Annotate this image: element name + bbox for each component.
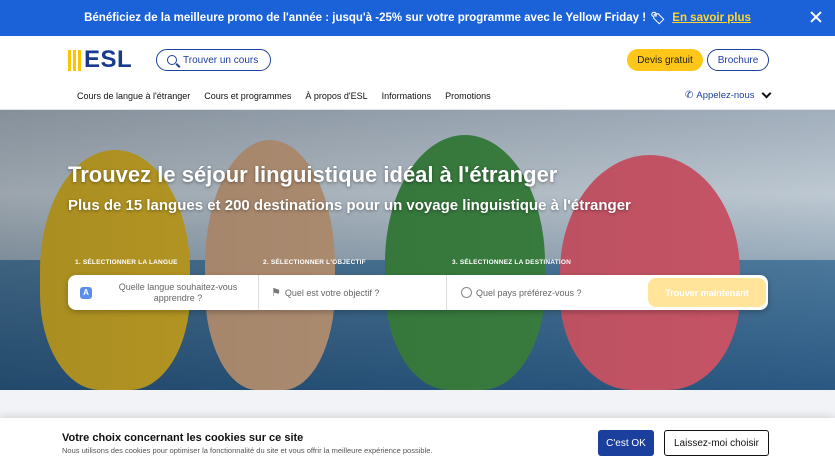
- promo-text: Bénéficiez de la meilleure promo de l'an…: [84, 12, 647, 24]
- esl-logo[interactable]: ESL: [68, 46, 133, 73]
- cookie-consent-bar: Votre choix concernant les cookies sur c…: [0, 418, 835, 469]
- find-course-button[interactable]: Trouver un cours: [156, 49, 272, 71]
- step-1-label: 1. SÉLECTIONNER LA LANGUE: [75, 259, 178, 266]
- country-placeholder: Quel pays préférez-vous ?: [476, 287, 582, 298]
- call-us-dropdown[interactable]: ✆ Appelez-nous: [685, 88, 771, 101]
- cookie-description: Nous utilisons des cookies pour optimise…: [62, 446, 433, 455]
- language-placeholder: Quelle langue souhaitez-vous apprendre ?: [118, 281, 238, 303]
- cookie-title: Votre choix concernant les cookies sur c…: [62, 432, 304, 444]
- close-icon[interactable]: [807, 8, 825, 26]
- nav-item-information[interactable]: Informations: [382, 91, 432, 101]
- country-select[interactable]: Quel pays préférez-vous ?: [446, 275, 646, 310]
- step-2-label: 2. SÉLECTIONNER L'OBJECTIF: [263, 259, 366, 266]
- call-us-label: Appelez-nous: [696, 90, 755, 101]
- hero-section: Trouvez le séjour linguistique idéal à l…: [0, 110, 835, 390]
- search-icon: [167, 55, 177, 65]
- language-icon: A: [80, 286, 92, 299]
- nav-item-about[interactable]: À propos d'ESL: [305, 91, 367, 101]
- find-now-button[interactable]: Trouver maintenant: [648, 278, 766, 307]
- objective-select[interactable]: ⚑ Quel est votre objectif ?: [258, 275, 446, 310]
- nav-item-courses-programs[interactable]: Cours et programmes: [204, 91, 291, 101]
- hero-overlay: [0, 110, 835, 390]
- objective-placeholder: Quel est votre objectif ?: [284, 287, 380, 298]
- choose-cookies-button[interactable]: Laissez-moi choisir: [664, 430, 769, 456]
- percent-tag-icon: 🏷: [650, 11, 666, 25]
- language-select[interactable]: A Quelle langue souhaitez-vous apprendre…: [68, 275, 258, 310]
- chevron-down-icon: [761, 88, 771, 99]
- promo-learn-more-link[interactable]: En savoir plus: [672, 12, 751, 24]
- globe-icon: [461, 287, 472, 298]
- nav-item-language-courses[interactable]: Cours de langue à l'étranger: [77, 91, 190, 101]
- course-search-bar: A Quelle langue souhaitez-vous apprendre…: [68, 275, 768, 310]
- promo-banner: Bénéficiez de la meilleure promo de l'an…: [0, 0, 835, 36]
- logo-text: ESL: [84, 46, 133, 73]
- phone-icon: ✆: [685, 90, 694, 101]
- logo-bars: [68, 49, 81, 71]
- hero-subtitle: Plus de 15 langues et 200 destinations p…: [68, 197, 631, 214]
- find-course-label: Trouver un cours: [183, 54, 259, 66]
- free-quote-button[interactable]: Devis gratuit: [627, 49, 703, 71]
- step-3-label: 3. SÉLECTIONNEZ LA DESTINATION: [452, 259, 572, 266]
- main-nav: Cours de langue à l'étranger Cours et pr…: [77, 91, 491, 101]
- signpost-icon: ⚑: [271, 287, 281, 299]
- brochure-button[interactable]: Brochure: [707, 49, 769, 71]
- hero-title: Trouvez le séjour linguistique idéal à l…: [68, 162, 558, 187]
- accept-cookies-button[interactable]: C'est OK: [598, 430, 654, 456]
- nav-item-promotions[interactable]: Promotions: [445, 91, 491, 101]
- site-header: ESL Trouver un cours Devis gratuit Broch…: [0, 36, 835, 110]
